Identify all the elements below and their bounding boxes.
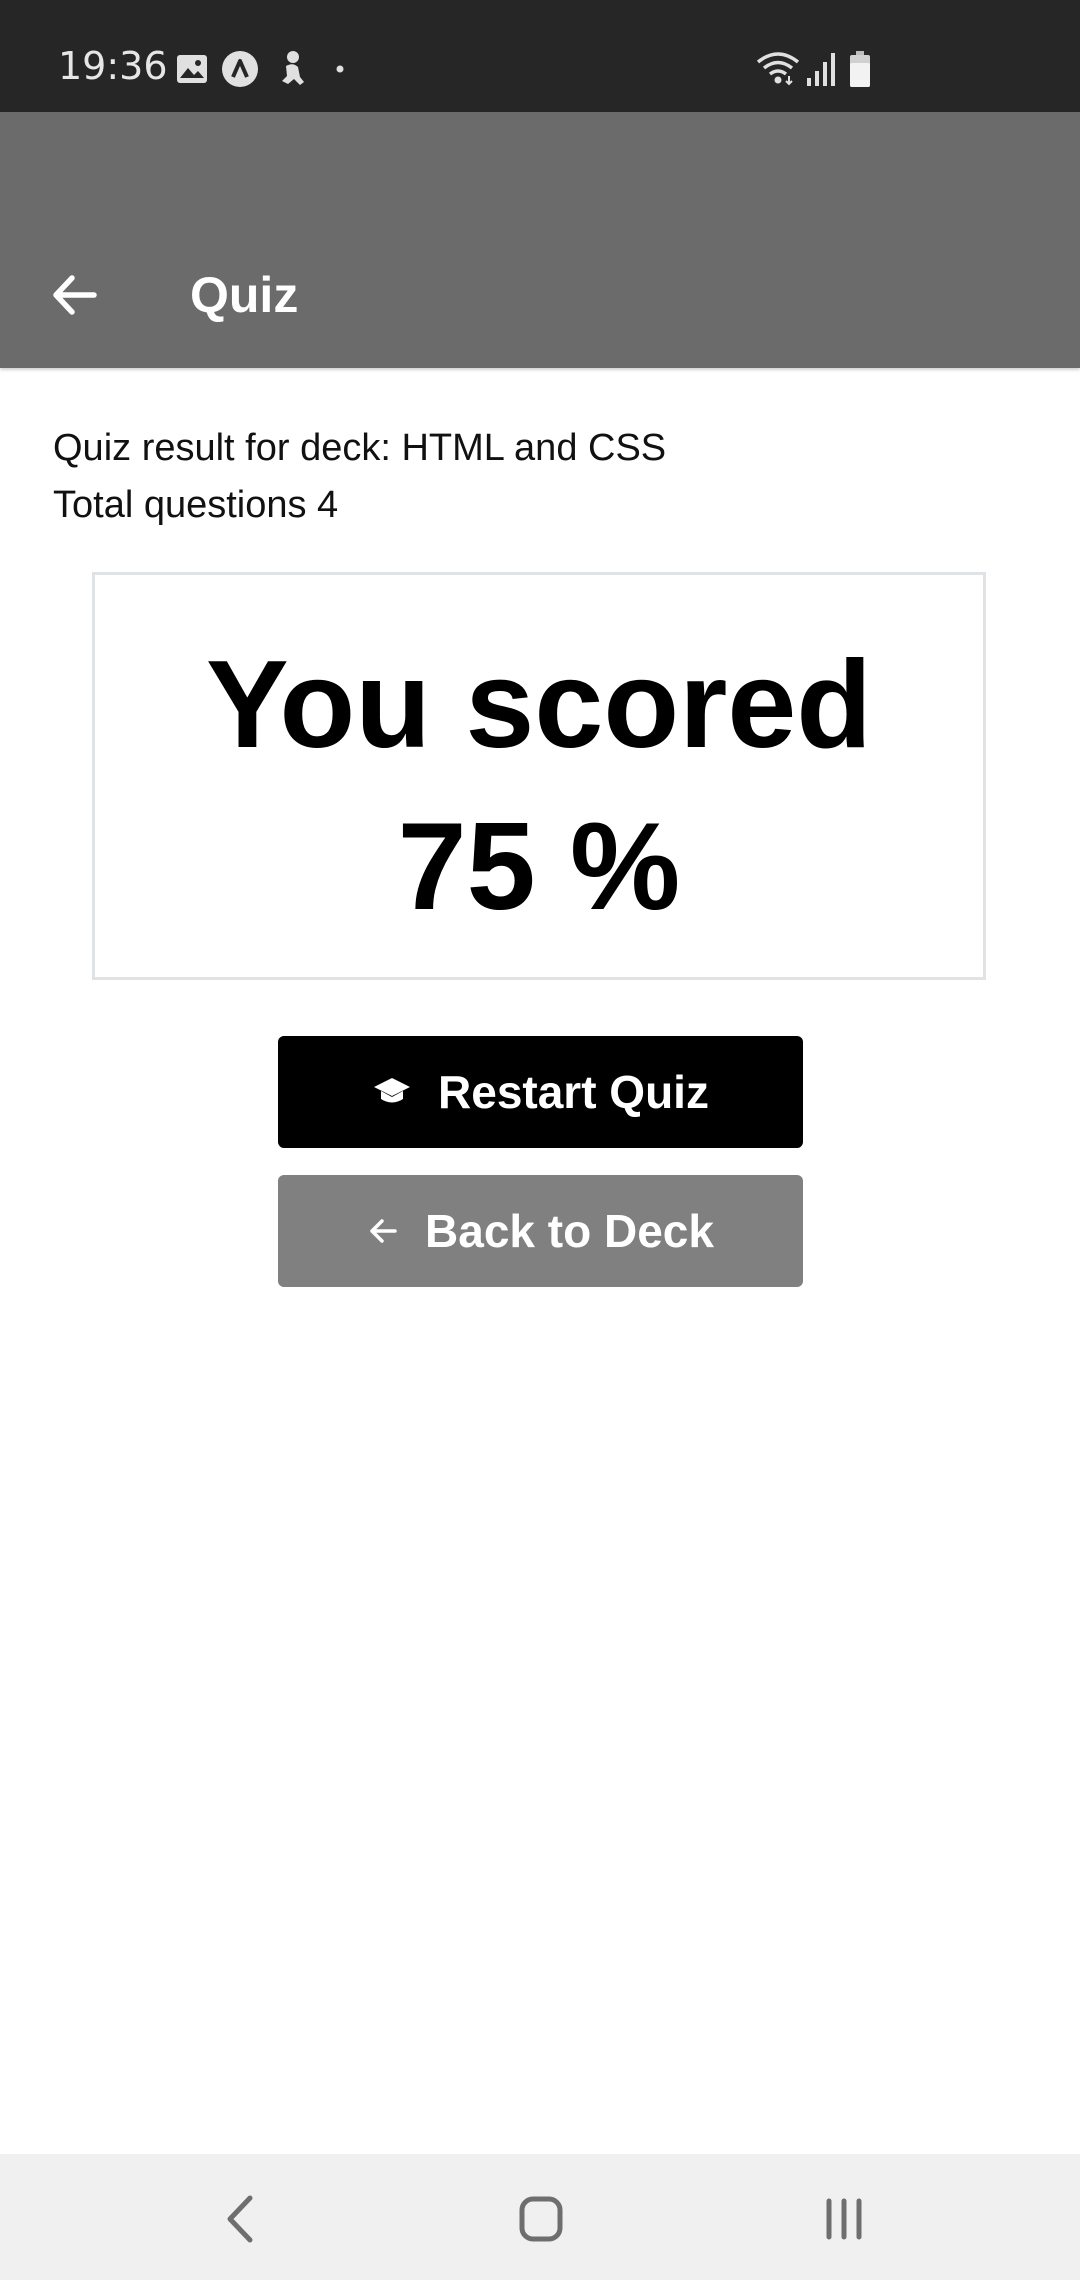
arrow-left-icon: [367, 1215, 399, 1247]
gallery-icon: [177, 55, 207, 83]
wifi-icon: [756, 52, 800, 86]
status-time: 19:36: [58, 44, 168, 88]
figure-icon: [282, 51, 304, 85]
nav-home-icon[interactable]: [506, 2184, 576, 2254]
battery-icon: [850, 51, 870, 87]
restart-quiz-button[interactable]: Restart Quiz: [278, 1036, 803, 1148]
back-to-deck-button[interactable]: Back to Deck: [278, 1175, 803, 1287]
app-a-icon: [222, 51, 258, 87]
score-card: You scored 75 %: [92, 572, 986, 980]
deck-result-text: Quiz result for deck: HTML and CSS: [53, 427, 667, 469]
restart-quiz-label: Restart Quiz: [438, 1066, 709, 1118]
dot-icon: [336, 65, 344, 73]
page-title: Quiz: [190, 267, 299, 323]
screen: 19:36 Quiz Quiz result for deck: HTML an…: [0, 0, 1080, 2280]
score-value: 75 %: [397, 798, 681, 936]
back-to-deck-label: Back to Deck: [425, 1205, 714, 1257]
nav-recents-icon[interactable]: [809, 2184, 879, 2254]
total-questions-text: Total questions 4: [53, 484, 339, 526]
signal-icon: [807, 53, 835, 86]
status-bar: 19:36: [0, 0, 1080, 112]
graduation-cap-icon: [372, 1076, 412, 1108]
app-bar: Quiz: [0, 112, 1080, 368]
nav-back-icon[interactable]: [206, 2184, 276, 2254]
score-title: You scored: [205, 636, 873, 774]
arrow-left-icon[interactable]: [48, 268, 102, 322]
system-nav-bar: [0, 2154, 1080, 2280]
